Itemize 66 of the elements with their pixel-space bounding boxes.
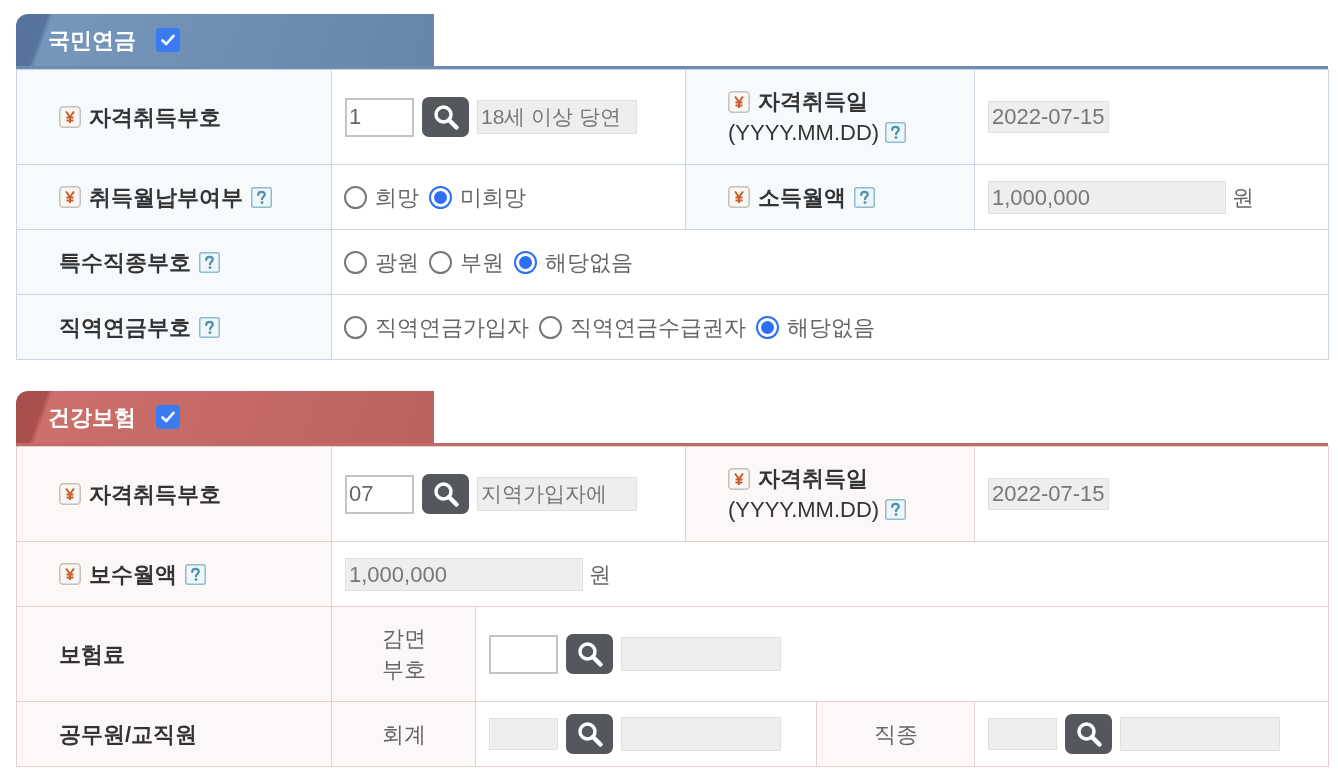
date-field: 2022-07-15: [988, 478, 1109, 510]
amount-field: 1,000,000: [345, 557, 583, 591]
field-label: 소득월액: [758, 183, 846, 212]
field-label: 직역연금부호: [59, 313, 191, 342]
radio-button[interactable]: [539, 315, 562, 339]
field-label: 취득월납부여부: [89, 183, 243, 212]
search-button[interactable]: [422, 474, 469, 514]
field-label: 특수직종부호: [59, 248, 191, 277]
search-button[interactable]: [566, 714, 613, 754]
field-label: 자격취득부호: [89, 103, 221, 132]
code-input[interactable]: 07: [345, 474, 414, 514]
code-input[interactable]: 1: [345, 97, 414, 137]
search-button[interactable]: [1065, 714, 1112, 754]
checkbox[interactable]: [156, 28, 180, 52]
help-icon[interactable]: [185, 563, 206, 585]
search-icon: [1074, 720, 1103, 748]
unit-label: 원: [589, 560, 611, 589]
unit-label: 원: [1232, 183, 1254, 212]
format-hint: (YYYY.MM.DD): [728, 119, 880, 147]
help-icon[interactable]: [199, 251, 220, 273]
check-icon: [160, 409, 176, 425]
section-title: 건강보험: [48, 403, 136, 432]
radio-button[interactable]: [514, 250, 537, 274]
date-field: 2022-07-15: [988, 101, 1109, 133]
field-label: 보수월액: [89, 560, 177, 589]
field-label: 자격취득일: [758, 88, 868, 116]
radio-label[interactable]: 희망: [375, 180, 419, 214]
help-icon[interactable]: [251, 186, 272, 208]
radio-label[interactable]: 광원: [375, 245, 419, 279]
radio-button[interactable]: [429, 250, 452, 274]
search-button[interactable]: [566, 634, 613, 674]
search-icon: [431, 103, 460, 131]
field-label: 자격취득부호: [89, 480, 221, 509]
radio-button[interactable]: [756, 315, 779, 339]
field-label: 보험료: [59, 640, 125, 669]
checkbox[interactable]: [156, 405, 180, 429]
radio-button[interactable]: [344, 185, 367, 209]
help-icon[interactable]: [854, 186, 875, 208]
radio-label[interactable]: 직역연금수급권자: [570, 310, 746, 344]
help-icon[interactable]: [199, 316, 220, 338]
radio-button[interactable]: [429, 185, 452, 209]
name-field: 지역가입자에: [477, 477, 637, 511]
radio-label[interactable]: 부원: [460, 245, 504, 279]
field-label: 감면부호: [380, 625, 427, 684]
help-icon[interactable]: [885, 122, 907, 143]
code-input[interactable]: [489, 634, 558, 674]
name-field: 18세 이상 당연: [477, 100, 637, 134]
radio-button[interactable]: [344, 315, 367, 339]
format-hint: (YYYY.MM.DD): [728, 496, 880, 524]
section-title: 국민연금: [48, 26, 136, 55]
search-icon: [431, 480, 460, 508]
field-label: 공무원/교직원: [59, 720, 198, 749]
field-label: 회계: [380, 720, 427, 749]
search-button[interactable]: [422, 97, 469, 137]
help-icon[interactable]: [885, 499, 907, 520]
radio-label[interactable]: 해당없음: [545, 245, 633, 279]
radio-label[interactable]: 미희망: [460, 180, 526, 214]
search-icon: [575, 640, 604, 668]
search-icon: [575, 720, 604, 748]
check-icon: [160, 32, 176, 48]
field-label: 자격취득일: [758, 465, 868, 493]
radio-label[interactable]: 직역연금가입자: [375, 310, 529, 344]
amount-field: 1,000,000: [988, 180, 1226, 214]
radio-button[interactable]: [344, 250, 367, 274]
field-label: 직종: [872, 720, 919, 749]
radio-label[interactable]: 해당없음: [787, 310, 875, 344]
